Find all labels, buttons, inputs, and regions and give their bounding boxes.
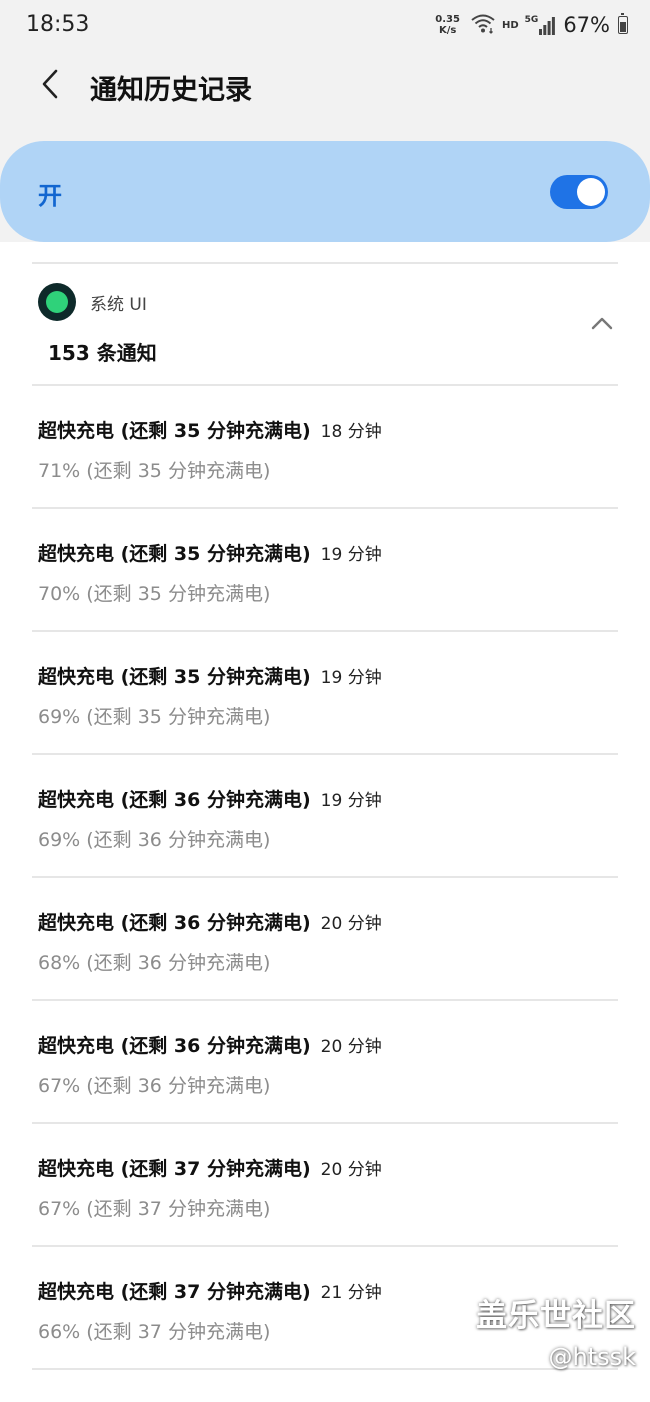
status-icons: 0.35 K/s HD 5G 67% [435,12,628,38]
wifi-icon [470,12,496,38]
notification-item[interactable]: 超快充电 (还剩 37 分钟充满电) 20 分钟 67% (还剩 37 分钟充满电) [0,1124,650,1246]
notification-title-text: 超快充电 (还剩 35 分钟充满电) [38,666,311,688]
system-ui-app-icon [38,283,76,321]
notification-time: 20 分钟 [320,1160,382,1180]
notification-title: 超快充电 (还剩 36 分钟充满电) 19 分钟 [38,785,382,812]
notification-title-text: 超快充电 (还剩 37 分钟充满电) [38,1281,311,1303]
notification-title: 超快充电 (还剩 35 分钟充满电) 18 分钟 [38,416,382,443]
notification-text: 69% (还剩 36 分钟充满电) [38,829,271,851]
notification-time: 19 分钟 [320,545,382,565]
notification-item[interactable]: 超快充电 (还剩 36 分钟充满电) 20 分钟 67% (还剩 36 分钟充满电) [0,1001,650,1123]
notification-title-text: 超快充电 (还剩 36 分钟充满电) [38,912,311,934]
network-speed-unit: K/s [438,25,457,36]
network-type: 5G [524,15,539,25]
master-toggle[interactable] [550,175,608,209]
notification-title-text: 超快充电 (还剩 36 分钟充满电) [38,1035,311,1057]
notification-item[interactable]: 超快充电 (还剩 35 分钟充满电) 18 分钟 71% (还剩 35 分钟充满电) [0,386,650,508]
notification-title-text: 超快充电 (还剩 35 分钟充满电) [38,420,311,442]
app-name: 系统 UI [90,295,147,315]
battery-icon [618,13,628,34]
signal-icon: 5G [525,15,556,35]
notification-title: 超快充电 (还剩 37 分钟充满电) 20 分钟 [38,1154,382,1181]
notification-text: 66% (还剩 37 分钟充满电) [38,1321,271,1343]
status-time: 18:53 [26,12,90,37]
notification-title: 超快充电 (还剩 37 分钟充满电) 21 分钟 [38,1277,382,1304]
notification-text: 67% (还剩 36 分钟充满电) [38,1075,271,1097]
master-switch-row[interactable]: 开 [0,141,650,242]
master-switch-label: 开 [38,182,62,210]
notification-text: 71% (还剩 35 分钟充满电) [38,460,271,482]
battery-percent: 67% [563,13,610,37]
notification-title: 超快充电 (还剩 36 分钟充满电) 20 分钟 [38,908,382,935]
app-icon-dot [46,291,68,313]
network-speed: 0.35 K/s [435,14,460,36]
collapse-button[interactable] [584,306,620,342]
notification-time: 20 分钟 [320,1037,382,1057]
watermark-community: 盖乐世社区 [476,1298,636,1334]
app-bar: 通知历史记录 [0,50,650,122]
watermark-handle: @htssk [548,1343,636,1371]
notification-title-text: 超快充电 (还剩 37 分钟充满电) [38,1158,311,1180]
notification-title-text: 超快充电 (还剩 36 分钟充满电) [38,789,311,811]
toggle-knob [577,178,605,206]
network-speed-value: 0.35 [435,14,460,25]
chevron-up-icon [591,315,613,334]
notification-text: 68% (还剩 36 分钟充满电) [38,952,271,974]
notification-title: 超快充电 (还剩 35 分钟充满电) 19 分钟 [38,539,382,566]
status-bar: 18:53 0.35 K/s HD 5G 67% [0,0,650,50]
notification-text: 69% (还剩 35 分钟充满电) [38,706,271,728]
notification-item[interactable]: 超快充电 (还剩 36 分钟充满电) 20 分钟 68% (还剩 36 分钟充满电) [0,878,650,1000]
watermark: 盖乐世社区 @htssk [476,1290,636,1371]
back-button[interactable] [28,64,72,108]
notification-title: 超快充电 (还剩 36 分钟充满电) 20 分钟 [38,1031,382,1058]
notification-time: 18 分钟 [320,422,382,442]
notification-count: 153 条通知 [48,341,157,365]
notification-time: 21 分钟 [320,1283,382,1303]
notification-title: 超快充电 (还剩 35 分钟充满电) 19 分钟 [38,662,382,689]
notification-time: 20 分钟 [320,914,382,934]
hd-label: HD [501,19,519,31]
notification-item[interactable]: 超快充电 (还剩 35 分钟充满电) 19 分钟 70% (还剩 35 分钟充满电) [0,509,650,631]
notification-text: 67% (还剩 37 分钟充满电) [38,1198,271,1220]
page-title: 通知历史记录 [90,75,252,106]
notification-item[interactable]: 超快充电 (还剩 36 分钟充满电) 19 分钟 69% (还剩 36 分钟充满电) [0,755,650,877]
notification-item[interactable]: 超快充电 (还剩 35 分钟充满电) 19 分钟 69% (还剩 35 分钟充满电) [0,632,650,754]
notification-time: 19 分钟 [320,668,382,688]
divider [32,262,618,264]
chevron-left-icon [40,68,60,104]
notification-title-text: 超快充电 (还剩 35 分钟充满电) [38,543,311,565]
notification-text: 70% (还剩 35 分钟充满电) [38,583,271,605]
notification-time: 19 分钟 [320,791,382,811]
